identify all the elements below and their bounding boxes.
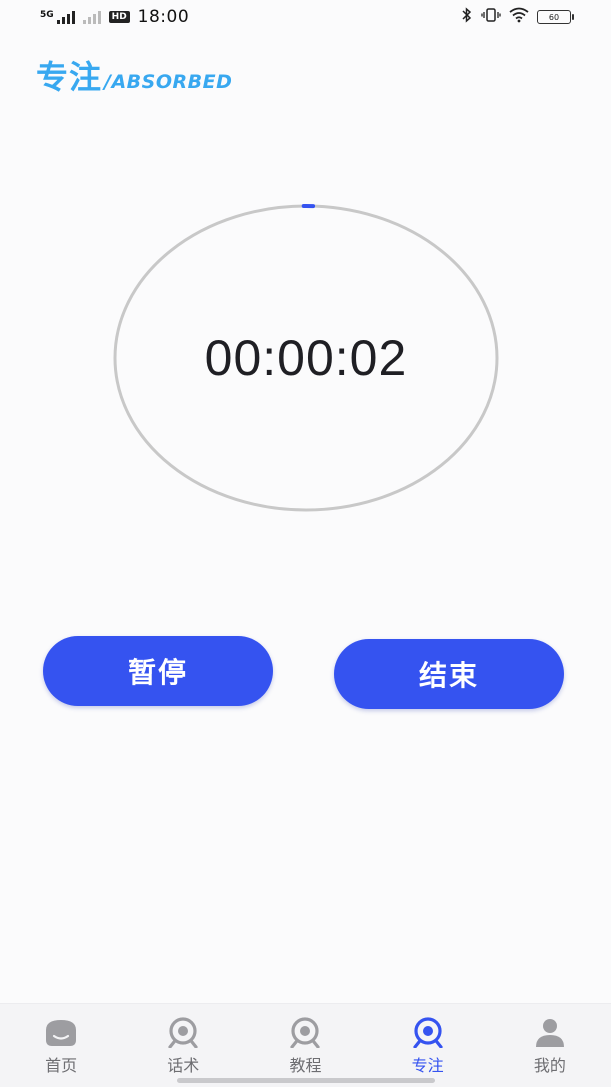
tab-label: 话术	[167, 1056, 200, 1075]
tab-label: 我的	[533, 1056, 566, 1075]
cell-signal-2-icon	[82, 10, 101, 24]
home-indicator[interactable]	[177, 1078, 435, 1083]
tab-label: 专注	[411, 1056, 444, 1075]
robot-icon	[290, 1017, 321, 1048]
tab-label: 首页	[45, 1056, 78, 1075]
vibrate-icon	[481, 7, 501, 27]
tab-script[interactable]: 话术	[128, 1016, 238, 1076]
battery-level: 60	[548, 12, 560, 22]
app-screen: 5G HD 18:00 60 专注 /ABSORBED 00:00:02 暂停 …	[0, 0, 611, 1087]
tab-focus[interactable]: 专注	[373, 1016, 483, 1076]
page-title: 专注	[36, 58, 103, 96]
status-left: 5G HD 18:00	[40, 7, 189, 27]
tab-label: 教程	[289, 1056, 322, 1075]
timer-ring: 00:00:02	[113, 203, 499, 513]
clock-time: 18:00	[137, 7, 190, 27]
battery-icon: 60	[537, 10, 574, 24]
status-right: 60	[461, 7, 574, 27]
robot-icon	[168, 1017, 198, 1048]
page-header: 专注 /ABSORBED	[36, 52, 232, 98]
bottom-tab-bar: 首页 话术 教程 专注 我的	[0, 1003, 611, 1087]
hd-badge: HD	[108, 11, 130, 23]
robot-icon	[413, 1017, 443, 1048]
tab-home[interactable]: 首页	[6, 1016, 116, 1076]
wifi-icon	[509, 7, 529, 27]
timer-display: 00:00:02	[204, 330, 408, 386]
cell-signal-icon: 5G	[40, 10, 75, 24]
tab-tutorial[interactable]: 教程	[250, 1016, 360, 1076]
status-bar: 5G HD 18:00 60	[0, 0, 611, 34]
pause-button[interactable]: 暂停	[43, 636, 273, 706]
tab-mine[interactable]: 我的	[495, 1016, 605, 1076]
page-subtitle: /ABSORBED	[104, 71, 233, 93]
network-tag: 5G	[40, 10, 54, 20]
person-icon	[535, 1019, 564, 1047]
bluetooth-icon	[461, 7, 473, 27]
home-face-icon	[46, 1020, 77, 1046]
end-button[interactable]: 结束	[334, 639, 564, 709]
